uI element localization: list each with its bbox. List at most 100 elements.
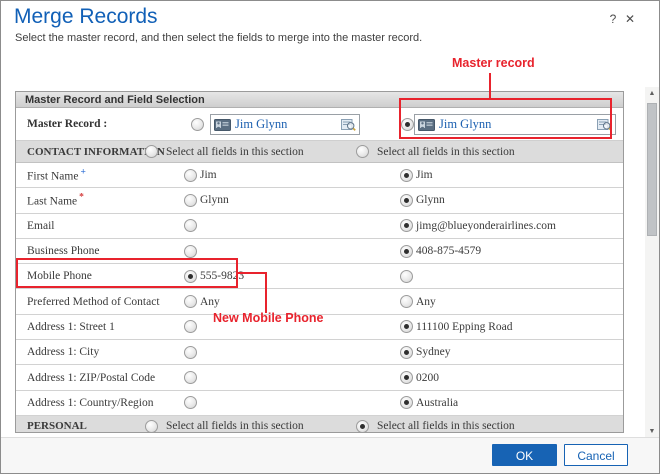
right-cell: 408-875-4579 [400, 239, 481, 263]
vertical-scrollbar[interactable]: ▲ ▼ [645, 87, 659, 438]
recommended-icon: + [80, 168, 85, 178]
cell-value: Any [200, 296, 220, 308]
master-record-label: Master Record : [27, 118, 107, 130]
cell-value: Select all fields in this section [166, 420, 304, 432]
right-radio[interactable] [400, 194, 413, 207]
field-row-address-1-city: Address 1: City Sydney [16, 340, 623, 365]
right-radio[interactable] [400, 270, 413, 283]
right-cell: Select all fields in this section [356, 416, 515, 432]
right-cell: Jim [400, 163, 433, 187]
help-icon[interactable]: ? [606, 12, 620, 28]
cell-value: Glynn [200, 194, 229, 206]
left-radio[interactable] [184, 346, 197, 359]
annotation-new-mobile-phone-label: New Mobile Phone [213, 311, 323, 325]
section-row-personal: PERSONAL Select all fields in this sectio… [16, 416, 623, 432]
right-radio[interactable] [400, 245, 413, 258]
row-label: Last Name* [27, 193, 84, 208]
cell-value: jimg@blueyonderairlines.com [416, 220, 556, 232]
cell-value: Select all fields in this section [166, 146, 304, 158]
scrollbar-thumb[interactable] [647, 103, 657, 236]
right-radio[interactable] [400, 169, 413, 182]
row-label: Address 1: Street 1 [27, 321, 115, 333]
left-radio[interactable] [184, 245, 197, 258]
left-radio[interactable] [184, 320, 197, 333]
right-radio[interactable] [400, 295, 413, 308]
required-icon: * [79, 193, 84, 203]
row-label: Address 1: Country/Region [27, 397, 154, 409]
left-cell [184, 391, 197, 415]
field-row-first-name: First Name+ Jim Jim [16, 163, 623, 188]
close-icon[interactable]: ✕ [623, 12, 637, 28]
annotation-master-record-line [489, 73, 491, 99]
cell-value: 408-875-4579 [416, 245, 481, 257]
ok-button[interactable]: OK [492, 444, 557, 466]
left-cell [184, 214, 197, 238]
field-row-last-name: Last Name* Glynn Glynn [16, 188, 623, 213]
left-radio[interactable] [184, 295, 197, 308]
left-radio[interactable] [145, 420, 158, 432]
field-row-email: Email jimg@blueyonderairlines.com [16, 214, 623, 239]
row-label: First Name+ [27, 168, 86, 183]
master-left-radio[interactable] [191, 118, 204, 131]
right-radio[interactable] [400, 320, 413, 333]
master-left-lookup-field[interactable]: Jim Glynn [210, 114, 360, 135]
cell-value: Select all fields in this section [377, 146, 515, 158]
annotation-mobile-phone-box [16, 258, 238, 288]
row-label: Address 1: City [27, 346, 99, 358]
right-radio[interactable] [356, 145, 369, 158]
left-radio[interactable] [184, 169, 197, 182]
row-label: Business Phone [27, 245, 100, 257]
cell-value: Jim [416, 169, 433, 181]
right-cell: Any [400, 289, 436, 313]
annotation-master-record-box [399, 98, 612, 139]
right-radio[interactable] [356, 420, 369, 432]
right-cell: Sydney [400, 340, 451, 364]
cell-value: 111100 Epping Road [416, 321, 512, 333]
left-cell [184, 315, 197, 339]
right-cell: Australia [400, 391, 458, 415]
row-label: Preferred Method of Contact [27, 296, 160, 308]
master-left-record-link[interactable]: Jim Glynn [235, 117, 337, 132]
annotation-mobile-connector-horizontal [237, 272, 267, 274]
field-row-address-1-zip-postal-code: Address 1: ZIP/Postal Code0200 [16, 365, 623, 390]
row-label: Address 1: ZIP/Postal Code [27, 372, 155, 384]
left-radio[interactable] [184, 194, 197, 207]
left-cell: Select all fields in this section [145, 416, 304, 432]
right-radio[interactable] [400, 371, 413, 384]
left-cell: Jim [184, 163, 217, 187]
footer-bar [1, 437, 659, 473]
right-radio[interactable] [400, 396, 413, 409]
scroll-up-icon[interactable]: ▲ [645, 87, 659, 100]
section-row-contact-information: CONTACT INFORMATIONSelect all fields in … [16, 141, 623, 163]
left-radio[interactable] [184, 396, 197, 409]
cell-value: Jim [200, 169, 217, 181]
right-cell: 111100 Epping Road [400, 315, 512, 339]
right-cell: jimg@blueyonderairlines.com [400, 214, 556, 238]
row-label: Email [27, 220, 54, 232]
right-cell [400, 264, 413, 288]
cell-value: Any [416, 296, 436, 308]
right-radio[interactable] [400, 346, 413, 359]
cell-value: Australia [416, 397, 458, 409]
dialog-subtitle: Select the master record, and then selec… [15, 32, 422, 44]
left-cell: Select all fields in this section [145, 141, 304, 162]
row-label: PERSONAL [27, 420, 87, 432]
cell-value: Sydney [416, 346, 451, 358]
right-cell: Glynn [400, 188, 445, 212]
field-row-address-1-country-region: Address 1: Country/Region Australia [16, 391, 623, 416]
annotation-master-record-label: Master record [452, 56, 535, 70]
annotation-mobile-connector-vertical [265, 272, 267, 313]
dialog-title: Merge Records [14, 5, 158, 29]
left-radio[interactable] [184, 371, 197, 384]
left-cell [184, 365, 197, 389]
left-radio[interactable] [145, 145, 158, 158]
left-radio[interactable] [184, 219, 197, 232]
lookup-icon[interactable] [341, 118, 356, 131]
right-radio[interactable] [400, 219, 413, 232]
cancel-button[interactable]: Cancel [564, 444, 628, 466]
left-cell [184, 340, 197, 364]
contact-card-icon [214, 119, 231, 131]
right-cell: Select all fields in this section [356, 141, 515, 162]
left-cell: Glynn [184, 188, 229, 212]
cell-value: Select all fields in this section [377, 420, 515, 432]
